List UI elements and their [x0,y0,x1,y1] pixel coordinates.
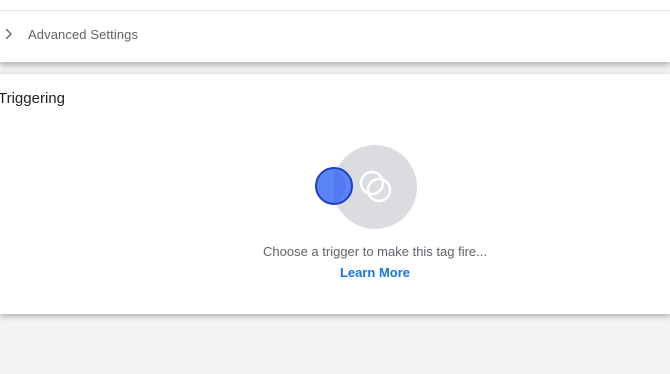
learn-more-link[interactable]: Learn More [340,265,410,280]
tag-editor-page: Advanced Settings Triggering Choose a tr… [0,0,670,374]
trigger-empty-message: Choose a trigger to make this tag fire..… [263,244,487,259]
tag-configuration-card: Advanced Settings [0,0,670,62]
triggering-card: Triggering Choose a trigger to make this… [0,74,670,314]
learn-more-row: Learn More [0,265,670,280]
advanced-settings-label: Advanced Settings [28,27,139,42]
section-divider [0,10,670,11]
triggering-title: Triggering [0,90,65,107]
chevron-right-icon [5,28,12,40]
trigger-placeholder-icon[interactable] [310,142,420,232]
advanced-settings-toggle[interactable]: Advanced Settings [0,21,670,49]
